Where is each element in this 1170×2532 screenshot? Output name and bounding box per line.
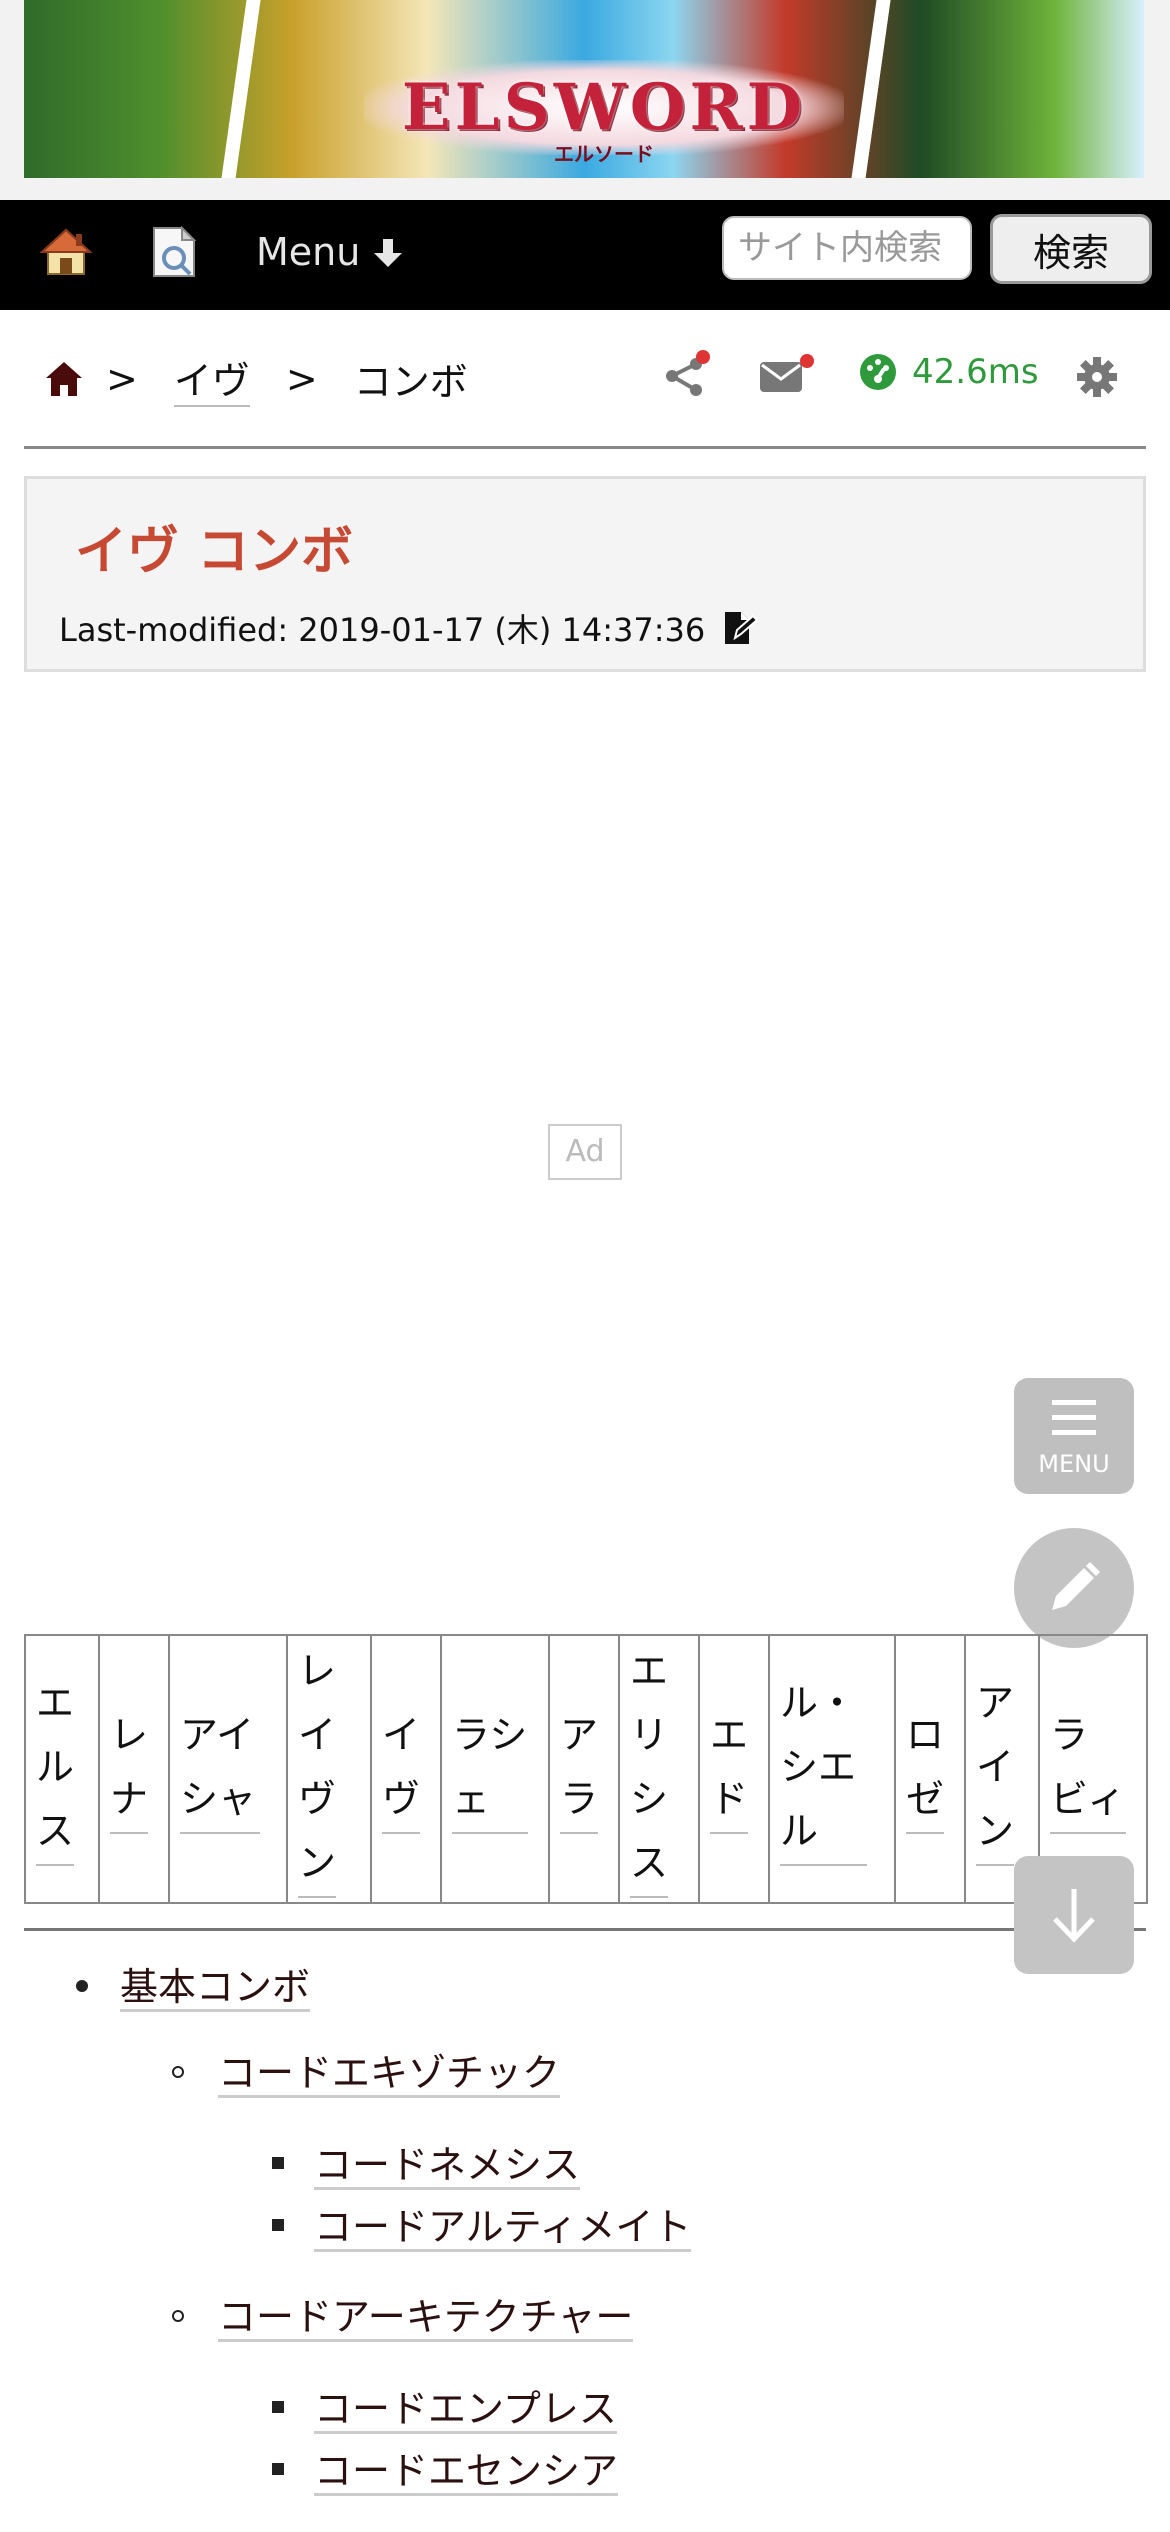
breadcrumb: > イヴ > コンボ	[44, 350, 468, 407]
character-link[interactable]: レイヴン	[298, 1640, 336, 1898]
list-bullet	[272, 2157, 284, 2169]
character-cell: レイヴン	[286, 1634, 372, 1904]
render-time: 42.6ms	[858, 352, 1039, 392]
character-link[interactable]: エルス	[36, 1672, 74, 1866]
combo-link[interactable]: コードアーキテクチャー	[218, 2295, 634, 2342]
floating-menu-label: MENU	[1038, 1450, 1110, 1478]
site-search-input[interactable]	[722, 216, 972, 280]
character-link[interactable]: ラシェ	[452, 1704, 528, 1834]
home-breadcrumb-icon[interactable]	[44, 359, 84, 399]
scroll-down-button[interactable]	[1014, 1856, 1134, 1974]
arrow-down-icon	[1053, 1889, 1095, 1943]
menu-toggle[interactable]: Menu	[256, 230, 404, 274]
combo-link[interactable]: コードネメシス	[314, 2143, 581, 2190]
banner-divider	[221, 0, 261, 178]
character-cell: エルス	[24, 1634, 100, 1904]
mail-icon[interactable]	[758, 354, 814, 398]
character-link[interactable]: ラビィ	[1050, 1704, 1126, 1834]
notification-dot	[800, 354, 814, 368]
character-link[interactable]: レナ	[110, 1704, 148, 1834]
home-icon[interactable]	[38, 224, 94, 280]
edit-history-icon[interactable]	[721, 610, 758, 646]
character-cell: アラ	[548, 1634, 620, 1904]
character-link[interactable]: アイシャ	[180, 1704, 260, 1834]
list-bullet	[272, 2401, 284, 2413]
list-bullet	[172, 2066, 184, 2078]
logo-subtext: エルソード	[554, 142, 654, 166]
notification-dot	[696, 350, 710, 364]
list-item: コードエンプレス	[314, 2378, 617, 2434]
character-link[interactable]: ロゼ	[906, 1704, 944, 1834]
search-button[interactable]: 検索	[990, 214, 1152, 284]
last-modified-text: Last-modified: 2019-01-17 (木) 14:37:36	[59, 611, 706, 649]
list-item: コードアーキテクチャー	[218, 2286, 634, 2342]
nav-bar: Menu 検索	[0, 200, 1170, 310]
page-title: イヴ コンボ	[75, 522, 354, 582]
divider	[24, 1928, 1146, 1931]
list-item: 基本コンボ	[120, 1956, 311, 2012]
gear-icon[interactable]	[1076, 356, 1118, 402]
speedometer-icon	[860, 354, 896, 390]
list-item: コードネメシス	[314, 2134, 581, 2190]
character-link[interactable]: ル・シエル	[780, 1672, 868, 1866]
character-cell: ロゼ	[894, 1634, 966, 1904]
combo-link[interactable]: コードエンプレス	[314, 2387, 617, 2434]
floating-edit-button[interactable]	[1014, 1528, 1134, 1648]
pencil-icon	[1052, 1562, 1100, 1610]
character-link[interactable]: エド	[710, 1704, 748, 1834]
list-item: コードアルティメイト	[314, 2196, 692, 2252]
share-icon[interactable]	[662, 350, 710, 402]
divider	[24, 446, 1146, 449]
page-list-icon[interactable]	[148, 224, 200, 280]
site-logo: ELSWORD エルソード	[364, 60, 844, 166]
character-cell: レナ	[98, 1634, 170, 1904]
character-cell: エド	[698, 1634, 770, 1904]
ad-placeholder: Ad	[548, 1124, 622, 1180]
character-link[interactable]: イヴ	[382, 1704, 420, 1834]
breadcrumb-current: コンボ	[353, 360, 468, 404]
combo-link[interactable]: コードエキゾチック	[218, 2051, 561, 2098]
character-link[interactable]: アイン	[976, 1672, 1014, 1866]
character-cell: ル・シエル	[768, 1634, 896, 1904]
character-cell: ラシェ	[440, 1634, 550, 1904]
list-bullet	[272, 2219, 284, 2231]
hamburger-icon	[1052, 1400, 1096, 1435]
combo-link[interactable]: 基本コンボ	[120, 1965, 311, 2012]
list-item: コードエセンシア	[314, 2440, 619, 2496]
table-row: エルス レナ アイシャ レイヴン イヴ ラシェ アラ エリシス エド ル・シエル…	[24, 1634, 1148, 1904]
render-time-value: 42.6ms	[912, 352, 1039, 392]
combo-link[interactable]: コードアルティメイト	[314, 2205, 692, 2252]
logo-text: ELSWORD	[401, 70, 807, 145]
character-cell: イヴ	[370, 1634, 442, 1904]
arrow-down-icon	[372, 234, 404, 274]
menu-label: Menu	[256, 230, 361, 274]
list-item: コードエキゾチック	[218, 2042, 561, 2098]
page-header: イヴ コンボ Last-modified: 2019-01-17 (木) 14:…	[24, 476, 1146, 672]
breadcrumb-separator: >	[106, 356, 138, 401]
character-link[interactable]: エリシス	[630, 1640, 668, 1898]
character-cell: エリシス	[618, 1634, 700, 1904]
character-table: エルス レナ アイシャ レイヴン イヴ ラシェ アラ エリシス エド ル・シエル…	[24, 1634, 1148, 1904]
last-modified: Last-modified: 2019-01-17 (木) 14:37:36	[59, 605, 758, 651]
site-banner[interactable]: ELSWORD エルソード	[24, 0, 1144, 178]
breadcrumb-link-parent[interactable]: イヴ	[173, 350, 250, 407]
list-bullet	[272, 2463, 284, 2475]
breadcrumb-separator: >	[285, 356, 318, 401]
list-bullet	[76, 1980, 88, 1992]
combo-link[interactable]: コードエセンシア	[314, 2449, 619, 2496]
character-cell: アイシャ	[168, 1634, 288, 1904]
list-bullet	[172, 2310, 184, 2322]
character-link[interactable]: アラ	[560, 1704, 598, 1834]
banner-divider	[851, 0, 891, 178]
floating-menu-button[interactable]: MENU	[1014, 1378, 1134, 1494]
